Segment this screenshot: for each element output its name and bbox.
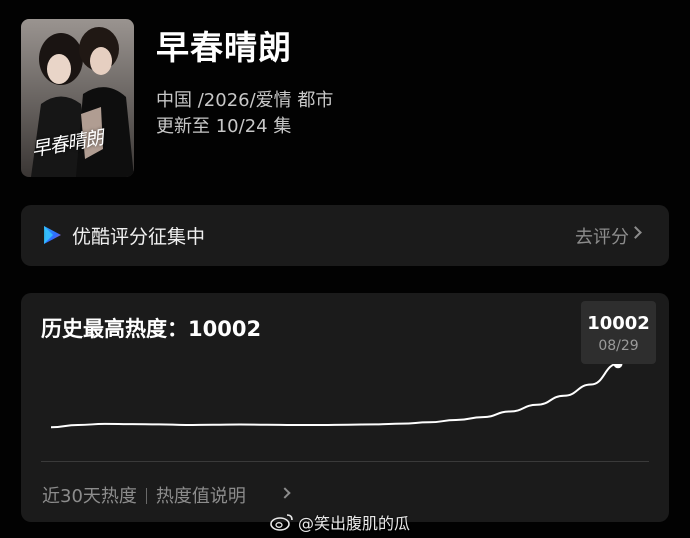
chart-tooltip: 10002 08/29 [581, 301, 656, 364]
heat-card: 历史最高热度：10002 10002 08/29 近30天热度 热度值说明 [21, 293, 669, 522]
show-meta: 中国 /2026/爱情 都市 更新至 10/24 集 [156, 88, 333, 140]
episode-update: 更新至 10/24 集 [156, 116, 292, 137]
chart-divider [41, 461, 649, 462]
show-header: 早春晴朗 早春晴朗 中国 /2026/爱情 都市 更新至 10/24 集 [21, 19, 669, 177]
watermark-text: @笑出腹肌的瓜 [298, 514, 411, 533]
rating-card[interactable]: 优酷评分征集中 去评分 [21, 205, 669, 266]
show-title: 早春晴朗 [156, 28, 292, 67]
footer-separator [145, 488, 147, 504]
heat-line [50, 362, 619, 429]
chevron-right-icon [629, 226, 642, 239]
heat-explanation-link[interactable]: 热度值说明 [156, 486, 246, 507]
youku-icon [44, 226, 61, 244]
show-meta-line: 中国 /2026/爱情 都市 [156, 90, 334, 111]
poster-image[interactable]: 早春晴朗 [21, 19, 134, 177]
tooltip-date: 08/29 [598, 338, 639, 354]
period-label: 近30天热度 [42, 486, 137, 507]
tooltip-value: 10002 [587, 313, 650, 334]
rate-link[interactable]: 去评分 [575, 223, 629, 249]
weibo-icon [270, 514, 293, 531]
heat-footer: 近30天热度 热度值说明 [42, 482, 246, 508]
rating-label: 优酷评分征集中 [72, 226, 206, 248]
